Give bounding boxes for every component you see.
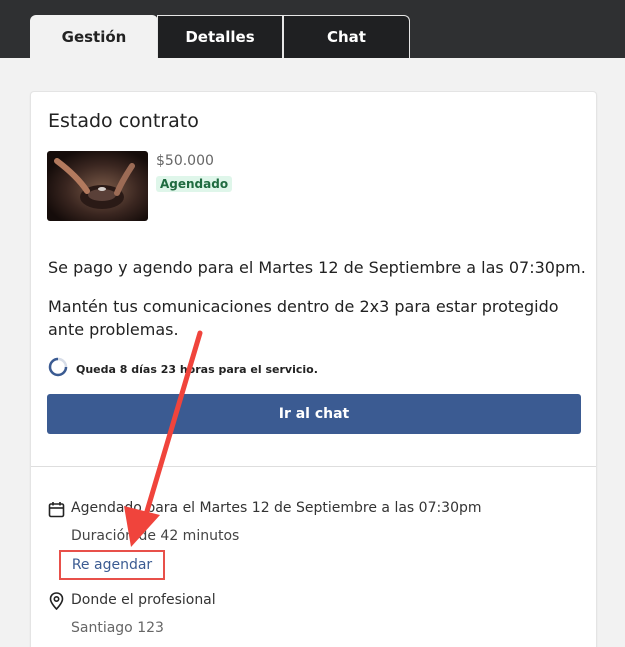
scheduled-date-text: Agendado para el Martes 12 de Septiembre… [71, 500, 482, 516]
duration-text: Duración de 42 minutos [71, 528, 240, 544]
top-bar: Gestión Detalles Chat [0, 0, 625, 58]
communication-warning-text: Mantén tus comunicaciones dentro de 2x3 … [48, 297, 559, 339]
divider [31, 466, 596, 467]
time-remaining: Queda 8 días 23 horas para el servicio. [48, 357, 318, 381]
tab-chat[interactable]: Chat [283, 15, 410, 58]
service-thumbnail [47, 151, 148, 221]
calendar-icon [48, 501, 65, 522]
payment-info-text: Se pago y agendo para el Martes 12 de Se… [48, 258, 586, 277]
reschedule-link[interactable]: Re agendar [59, 550, 165, 580]
price: $50.000 [156, 153, 214, 169]
go-to-chat-button[interactable]: Ir al chat [47, 394, 581, 434]
tab-gestion[interactable]: Gestión [30, 15, 158, 58]
tab-detalles[interactable]: Detalles [157, 15, 283, 58]
location-pin-icon [49, 592, 64, 614]
address-text: Santiago 123 [71, 620, 164, 636]
location-label: Donde el profesional [71, 592, 216, 608]
time-remaining-label: Queda 8 días 23 horas para el servicio. [76, 362, 318, 376]
timer-ring-icon [48, 357, 68, 381]
status-badge: Agendado [156, 176, 233, 192]
contract-status-card: Estado contrato $50.000 Agendado Se pago… [30, 91, 597, 647]
card-title: Estado contrato [48, 110, 199, 132]
